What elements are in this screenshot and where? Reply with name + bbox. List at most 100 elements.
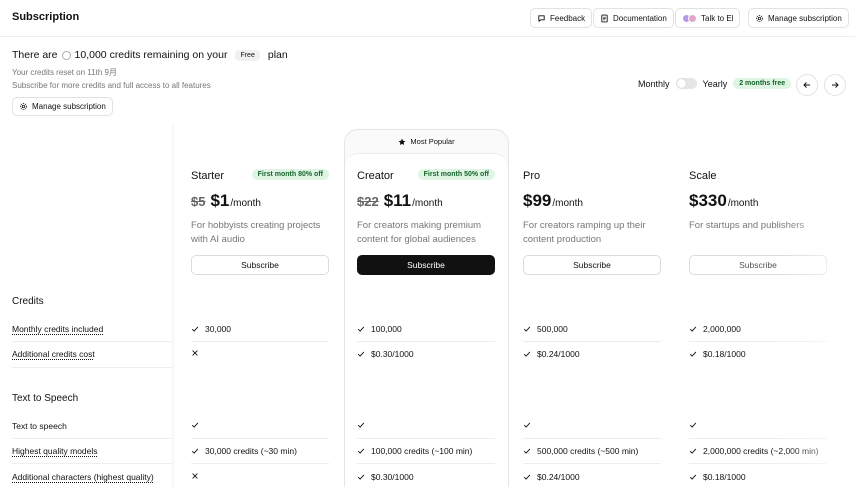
subscribe-button-creator[interactable]: Subscribe <box>357 255 495 275</box>
row-label-monthly-credits[interactable]: Monthly credits included <box>12 324 103 334</box>
old-price: $22 <box>357 194 379 209</box>
manage-subscription-label: Manage subscription <box>32 102 106 111</box>
check-icon <box>523 351 531 357</box>
check-icon <box>523 448 531 454</box>
yearly-label: Yearly <box>702 78 728 89</box>
cell: $0.24/1000 <box>523 472 580 482</box>
row-divider <box>191 463 329 464</box>
subscribe-note: Subscribe for more credits and full acce… <box>12 81 211 90</box>
row-divider <box>689 463 827 464</box>
plan-pill: Free <box>235 49 260 61</box>
row-divider <box>523 341 661 342</box>
price-unit: /month <box>552 198 583 209</box>
cell: 30,000 credits (~30 min) <box>191 446 297 456</box>
current-price: $330 <box>689 191 727 210</box>
cross-icon <box>192 473 198 479</box>
cell-value: 30,000 <box>205 324 231 334</box>
check-icon <box>689 448 697 454</box>
subscribe-button-starter[interactable]: Subscribe <box>191 255 329 275</box>
credits-summary: There are 10,000 credits remaining on yo… <box>12 49 288 61</box>
old-price: $5 <box>191 194 206 209</box>
cell <box>523 421 531 429</box>
subscribe-button-scale[interactable]: Subscribe <box>689 255 827 275</box>
cell-value: $0.30/1000 <box>371 349 414 359</box>
cell-value: $0.18/1000 <box>703 472 746 482</box>
scroll-fade-overlay <box>780 125 855 487</box>
row-label-additional-credits[interactable]: Additional credits cost <box>12 349 95 359</box>
cell <box>191 349 199 357</box>
chat-bubble-icon <box>538 14 545 22</box>
plan-description: For startups and publishers <box>689 220 805 231</box>
most-popular-text: Most Popular <box>410 137 455 146</box>
manage-label: Manage subscription <box>768 13 842 23</box>
plan-description: For hobbyists creating projects with AI … <box>191 220 321 245</box>
subscribe-button-pro[interactable]: Subscribe <box>523 255 661 275</box>
plan-name: Starter <box>191 170 225 182</box>
credit-ring-icon <box>61 50 71 60</box>
cell-value: 2,000,000 <box>703 324 741 334</box>
price-unit: /month <box>727 198 759 209</box>
row-label-additional-characters[interactable]: Additional characters (highest quality) <box>12 472 154 482</box>
row-divider <box>12 341 172 342</box>
cell-value: 500,000 credits (~500 min) <box>537 446 639 456</box>
check-icon <box>191 422 199 428</box>
scroll-left-button[interactable] <box>796 74 818 96</box>
manage-subscription-button[interactable]: Manage subscription <box>12 97 113 116</box>
star-icon <box>399 138 406 145</box>
billing-toggle-group: Monthly Yearly 2 months free <box>638 78 792 89</box>
gear-icon <box>20 103 27 110</box>
section-text-to-speech: Text to Speech <box>12 393 79 404</box>
row-divider <box>523 463 661 464</box>
cell-value: 500,000 <box>537 324 568 334</box>
cell: 30,000 <box>191 324 231 334</box>
check-icon <box>357 422 365 428</box>
billing-period-toggle[interactable] <box>675 78 697 89</box>
row-divider <box>12 438 172 439</box>
row-divider <box>689 438 827 439</box>
row-divider <box>689 341 827 342</box>
cell-value: $0.24/1000 <box>537 472 580 482</box>
check-icon <box>357 351 365 357</box>
cell-value: 100,000 <box>371 324 402 334</box>
credits-amount: 10,000 credits remaining on your <box>74 49 228 61</box>
check-icon <box>689 422 697 428</box>
cell-value: $0.18/1000 <box>703 349 746 359</box>
cell <box>191 421 199 429</box>
row-label-text-to-speech: Text to speech <box>12 421 67 431</box>
talk-to-el-button[interactable]: Talk to El <box>675 8 741 28</box>
scroll-right-button[interactable] <box>824 74 846 96</box>
cell: 500,000 <box>523 324 568 334</box>
arrow-right-icon <box>832 82 839 88</box>
row-divider <box>357 438 495 439</box>
feedback-button[interactable]: Feedback <box>530 8 593 28</box>
cross-icon <box>192 350 198 356</box>
row-label-highest-quality-models[interactable]: Highest quality models <box>12 446 98 456</box>
most-popular-label: Most Popular <box>344 137 509 146</box>
plan-description: For creators making premium content for … <box>357 220 482 245</box>
cell: 2,000,000 <box>689 324 741 334</box>
section-credits: Credits <box>12 296 44 307</box>
monthly-label: Monthly <box>638 78 670 89</box>
plan-name: Creator <box>357 170 394 182</box>
row-divider <box>357 341 495 342</box>
documentation-label: Documentation <box>613 13 667 23</box>
check-icon <box>357 326 365 332</box>
plan-price: $330 /month <box>689 191 758 211</box>
price-unit: /month <box>412 198 443 209</box>
yearly-discount-badge: 2 months free <box>733 78 792 89</box>
check-icon <box>357 474 365 480</box>
cell-value: 2,000,000 credits (~2,000 min) <box>703 446 819 456</box>
cell: $0.18/1000 <box>689 472 746 482</box>
credits-prefix: There are <box>12 49 58 61</box>
manage-subscription-header-button[interactable]: Manage subscription <box>748 8 849 28</box>
plan-name: Scale <box>689 170 717 182</box>
cell <box>689 421 697 429</box>
talk-label: Talk to El <box>701 13 734 23</box>
documentation-button[interactable]: Documentation <box>593 8 674 28</box>
feedback-label: Feedback <box>550 13 586 23</box>
avatar-group <box>682 13 697 23</box>
cell <box>191 472 199 480</box>
cell-value: $0.24/1000 <box>537 349 580 359</box>
credits-suffix: plan <box>267 49 288 61</box>
cell-value: 30,000 credits (~30 min) <box>205 446 297 456</box>
